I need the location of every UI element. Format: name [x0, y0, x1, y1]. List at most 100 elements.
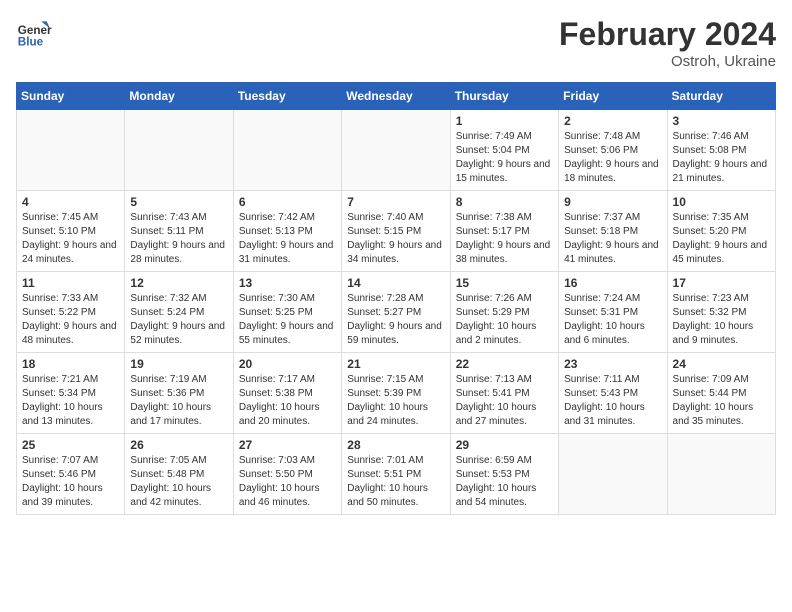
day-info: Sunrise: 7:46 AM Sunset: 5:08 PM Dayligh…: [673, 130, 770, 186]
day-info: Sunrise: 7:07 AM Sunset: 5:46 PM Dayligh…: [22, 454, 119, 510]
week-row-2: 4Sunrise: 7:45 AM Sunset: 5:10 PM Daylig…: [17, 191, 776, 272]
day-number: 23: [564, 357, 661, 371]
weekday-header-saturday: Saturday: [667, 83, 775, 110]
day-number: 17: [673, 276, 770, 290]
calendar-cell: 5 Sunrise: 7:43 AM Sunset: 5:11 PM Daylig…: [125, 191, 233, 272]
day-info: Sunrise: 7:42 AM Sunset: 5:13 PM Dayligh…: [239, 211, 336, 267]
calendar-cell: [559, 434, 667, 515]
week-row-3: 11 Sunrise: 7:33 AM Sunset: 5:22 PM Dayli…: [17, 272, 776, 353]
calendar-cell: 10 Sunrise: 7:35 AM Sunset: 5:20 PM Dayli…: [667, 191, 775, 272]
day-info: Sunrise: 7:49 AM Sunset: 5:04 PM Dayligh…: [456, 130, 553, 186]
calendar-cell: 9 Sunrise: 7:37 AM Sunset: 5:18 PM Daylig…: [559, 191, 667, 272]
calendar-cell: 4Sunrise: 7:45 AM Sunset: 5:10 PM Daylig…: [17, 191, 125, 272]
calendar-cell: 27 Sunrise: 7:03 AM Sunset: 5:50 PM Dayli…: [233, 434, 341, 515]
week-row-5: 25Sunrise: 7:07 AM Sunset: 5:46 PM Dayli…: [17, 434, 776, 515]
location: Ostroh, Ukraine: [559, 53, 776, 70]
day-number: 7: [347, 195, 444, 209]
day-info: Sunrise: 7:35 AM Sunset: 5:20 PM Dayligh…: [673, 211, 770, 267]
day-number: 26: [130, 438, 227, 452]
day-number: 3: [673, 114, 770, 128]
calendar-table: SundayMondayTuesdayWednesdayThursdayFrid…: [16, 82, 776, 515]
weekday-header-friday: Friday: [559, 83, 667, 110]
weekday-header-sunday: Sunday: [17, 83, 125, 110]
day-info: Sunrise: 7:43 AM Sunset: 5:11 PM Dayligh…: [130, 211, 227, 267]
day-number: 24: [673, 357, 770, 371]
calendar-cell: 24 Sunrise: 7:09 AM Sunset: 5:44 PM Dayli…: [667, 353, 775, 434]
day-info: Sunrise: 7:19 AM Sunset: 5:36 PM Dayligh…: [130, 373, 227, 429]
day-info: Sunrise: 7:37 AM Sunset: 5:18 PM Dayligh…: [564, 211, 661, 267]
day-number: 10: [673, 195, 770, 209]
day-info: Sunrise: 7:26 AM Sunset: 5:29 PM Dayligh…: [456, 292, 553, 348]
day-info: Sunrise: 6:59 AM Sunset: 5:53 PM Dayligh…: [456, 454, 553, 510]
calendar-cell: 25Sunrise: 7:07 AM Sunset: 5:46 PM Dayli…: [17, 434, 125, 515]
day-number: 19: [130, 357, 227, 371]
day-number: 29: [456, 438, 553, 452]
day-info: Sunrise: 7:01 AM Sunset: 5:51 PM Dayligh…: [347, 454, 444, 510]
calendar-cell: 15Sunrise: 7:26 AM Sunset: 5:29 PM Dayli…: [450, 272, 558, 353]
day-number: 27: [239, 438, 336, 452]
day-number: 8: [456, 195, 553, 209]
calendar-cell: 22 Sunrise: 7:13 AM Sunset: 5:41 PM Dayli…: [450, 353, 558, 434]
calendar-cell: 3 Sunrise: 7:46 AM Sunset: 5:08 PM Daylig…: [667, 110, 775, 191]
calendar-cell: 26 Sunrise: 7:05 AM Sunset: 5:48 PM Dayli…: [125, 434, 233, 515]
day-number: 1: [456, 114, 553, 128]
calendar-cell: 13 Sunrise: 7:30 AM Sunset: 5:25 PM Dayli…: [233, 272, 341, 353]
day-number: 14: [347, 276, 444, 290]
weekday-header-tuesday: Tuesday: [233, 83, 341, 110]
logo-icon: General Blue: [16, 16, 52, 52]
week-row-1: 1 Sunrise: 7:49 AM Sunset: 5:04 PM Daylig…: [17, 110, 776, 191]
day-info: Sunrise: 7:09 AM Sunset: 5:44 PM Dayligh…: [673, 373, 770, 429]
day-info: Sunrise: 7:48 AM Sunset: 5:06 PM Dayligh…: [564, 130, 661, 186]
day-number: 20: [239, 357, 336, 371]
page-header: General Blue February 2024 Ostroh, Ukrai…: [16, 16, 776, 70]
day-number: 16: [564, 276, 661, 290]
calendar-cell: 16Sunrise: 7:24 AM Sunset: 5:31 PM Dayli…: [559, 272, 667, 353]
weekday-header-monday: Monday: [125, 83, 233, 110]
calendar-cell: 29 Sunrise: 6:59 AM Sunset: 5:53 PM Dayli…: [450, 434, 558, 515]
calendar-cell: [233, 110, 341, 191]
day-info: Sunrise: 7:05 AM Sunset: 5:48 PM Dayligh…: [130, 454, 227, 510]
week-row-4: 18Sunrise: 7:21 AM Sunset: 5:34 PM Dayli…: [17, 353, 776, 434]
calendar-cell: 6 Sunrise: 7:42 AM Sunset: 5:13 PM Daylig…: [233, 191, 341, 272]
day-number: 22: [456, 357, 553, 371]
day-info: Sunrise: 7:38 AM Sunset: 5:17 PM Dayligh…: [456, 211, 553, 267]
calendar-cell: 19 Sunrise: 7:19 AM Sunset: 5:36 PM Dayli…: [125, 353, 233, 434]
day-number: 13: [239, 276, 336, 290]
weekday-header-row: SundayMondayTuesdayWednesdayThursdayFrid…: [17, 83, 776, 110]
day-info: Sunrise: 7:32 AM Sunset: 5:24 PM Dayligh…: [130, 292, 227, 348]
day-number: 21: [347, 357, 444, 371]
weekday-header-wednesday: Wednesday: [342, 83, 450, 110]
day-number: 18: [22, 357, 119, 371]
calendar-cell: 8 Sunrise: 7:38 AM Sunset: 5:17 PM Daylig…: [450, 191, 558, 272]
day-info: Sunrise: 7:33 AM Sunset: 5:22 PM Dayligh…: [22, 292, 119, 348]
calendar-cell: 17 Sunrise: 7:23 AM Sunset: 5:32 PM Dayli…: [667, 272, 775, 353]
day-info: Sunrise: 7:17 AM Sunset: 5:38 PM Dayligh…: [239, 373, 336, 429]
day-info: Sunrise: 7:23 AM Sunset: 5:32 PM Dayligh…: [673, 292, 770, 348]
month-title: February 2024: [559, 16, 776, 53]
day-number: 6: [239, 195, 336, 209]
day-number: 11: [22, 276, 119, 290]
day-info: Sunrise: 7:30 AM Sunset: 5:25 PM Dayligh…: [239, 292, 336, 348]
day-info: Sunrise: 7:40 AM Sunset: 5:15 PM Dayligh…: [347, 211, 444, 267]
day-number: 4: [22, 195, 119, 209]
day-info: Sunrise: 7:28 AM Sunset: 5:27 PM Dayligh…: [347, 292, 444, 348]
svg-text:Blue: Blue: [18, 36, 44, 49]
day-number: 9: [564, 195, 661, 209]
day-info: Sunrise: 7:03 AM Sunset: 5:50 PM Dayligh…: [239, 454, 336, 510]
calendar-cell: 11 Sunrise: 7:33 AM Sunset: 5:22 PM Dayli…: [17, 272, 125, 353]
day-info: Sunrise: 7:11 AM Sunset: 5:43 PM Dayligh…: [564, 373, 661, 429]
title-block: February 2024 Ostroh, Ukraine: [559, 16, 776, 70]
logo: General Blue: [16, 16, 52, 52]
calendar-cell: 2Sunrise: 7:48 AM Sunset: 5:06 PM Daylig…: [559, 110, 667, 191]
day-info: Sunrise: 7:13 AM Sunset: 5:41 PM Dayligh…: [456, 373, 553, 429]
day-number: 5: [130, 195, 227, 209]
calendar-cell: 18Sunrise: 7:21 AM Sunset: 5:34 PM Dayli…: [17, 353, 125, 434]
calendar-cell: 14 Sunrise: 7:28 AM Sunset: 5:27 PM Dayli…: [342, 272, 450, 353]
calendar-cell: 20 Sunrise: 7:17 AM Sunset: 5:38 PM Dayli…: [233, 353, 341, 434]
calendar-cell: [342, 110, 450, 191]
calendar-cell: 12Sunrise: 7:32 AM Sunset: 5:24 PM Dayli…: [125, 272, 233, 353]
calendar-cell: [125, 110, 233, 191]
weekday-header-thursday: Thursday: [450, 83, 558, 110]
calendar-cell: [17, 110, 125, 191]
calendar-cell: 28Sunrise: 7:01 AM Sunset: 5:51 PM Dayli…: [342, 434, 450, 515]
